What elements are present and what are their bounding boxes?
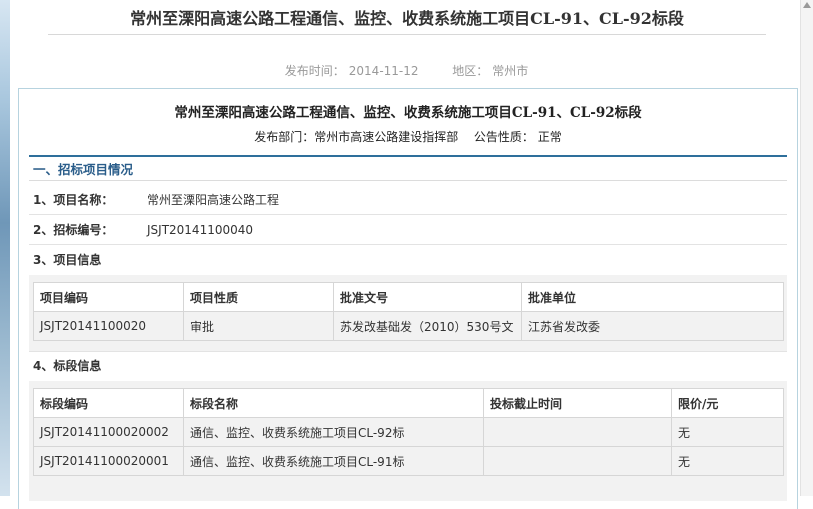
- nature-label: 公告性质：: [473, 130, 534, 144]
- table-header-cell: 标段名称: [183, 388, 484, 418]
- table-cell: JSJT20141100020001: [33, 446, 184, 476]
- title-divider: [48, 34, 766, 35]
- region-label: 地区：: [452, 64, 489, 78]
- project-name-row: 1、项目名称： 常州至溧阳高速公路工程: [29, 186, 787, 215]
- table-cell: JSJT20141100020: [33, 311, 184, 341]
- project-info-table-container: 项目编码 项目性质 批准文号 批准单位 JSJT20141100020 审批 苏…: [29, 275, 787, 352]
- table-header-cell: 批准单位: [521, 282, 784, 312]
- table-header-cell: 标段编码: [33, 388, 184, 418]
- project-info-label: 3、项目信息: [33, 253, 102, 267]
- table-cell: 通信、监控、收费系统施工项目CL-91标: [183, 446, 484, 476]
- publish-date-label: 发布时间：: [284, 64, 345, 78]
- scroll-up-arrow-icon[interactable]: [803, 2, 811, 8]
- section-info-label: 4、标段信息: [33, 359, 102, 373]
- table-header-cell: 项目性质: [183, 282, 334, 312]
- section-info-row: 4、标段信息: [29, 352, 787, 381]
- project-name-value: 常州至溧阳高速公路工程: [147, 193, 280, 207]
- announcement-subinfo: 发布部门：常州市高速公路建设指挥部 公告性质： 正常: [19, 128, 797, 145]
- table-cell: 通信、监控、收费系统施工项目CL-92标: [183, 417, 484, 447]
- section-heading-bid-project: 一、招标项目情况: [29, 155, 787, 181]
- table-cell: [483, 417, 672, 447]
- table-row: JSJT20141100020002 通信、监控、收费系统施工项目CL-92标 …: [33, 417, 784, 447]
- section-info-table: 标段编码 标段名称 投标截止时间 限价/元 JSJT20141100020002…: [33, 388, 784, 476]
- announcement-title: 常州至溧阳高速公路工程通信、监控、收费系统施工项目CL-91、CL-92标段: [174, 105, 642, 121]
- region-value: 常州市: [492, 64, 529, 78]
- announcement-panel: 常州至溧阳高速公路工程通信、监控、收费系统施工项目CL-91、CL-92标段 发…: [18, 88, 798, 509]
- dept-label: 发布部门：: [254, 130, 315, 144]
- dept-value: 常州市高速公路建设指挥部: [314, 130, 459, 144]
- project-info-table: 项目编码 项目性质 批准文号 批准单位 JSJT20141100020 审批 苏…: [33, 282, 784, 341]
- table-cell: 苏发改基础发（2010）530号文: [333, 311, 522, 341]
- table-cell: 无: [671, 417, 784, 447]
- table-cell: 江苏省发改委: [521, 311, 784, 341]
- table-cell: [483, 446, 672, 476]
- project-info-row: 3、项目信息: [29, 246, 787, 275]
- publish-meta: 发布时间： 2014-11-12 地区： 常州市: [0, 62, 813, 79]
- bid-number-value: JSJT20141100040: [147, 223, 254, 237]
- page-title: 常州至溧阳高速公路工程通信、监控、收费系统施工项目CL-91、CL-92标段: [130, 9, 684, 28]
- publish-date: 2014-11-12: [348, 64, 419, 78]
- bid-number-row: 2、招标编号： JSJT20141100040: [29, 216, 787, 245]
- table-header-row: 标段编码 标段名称 投标截止时间 限价/元: [33, 388, 784, 418]
- table-row: JSJT20141100020 审批 苏发改基础发（2010）530号文 江苏省…: [33, 311, 784, 341]
- table-header-cell: 投标截止时间: [483, 388, 672, 418]
- table-header-cell: 限价/元: [671, 388, 784, 418]
- section-info-table-container: 标段编码 标段名称 投标截止时间 限价/元 JSJT20141100020002…: [29, 381, 787, 501]
- table-cell: 无: [671, 446, 784, 476]
- table-cell: JSJT20141100020002: [33, 417, 184, 447]
- table-header-cell: 项目编码: [33, 282, 184, 312]
- table-header-row: 项目编码 项目性质 批准文号 批准单位: [33, 282, 784, 312]
- bid-number-label: 2、招标编号：: [33, 223, 114, 237]
- table-row: JSJT20141100020001 通信、监控、收费系统施工项目CL-91标 …: [33, 446, 784, 476]
- project-name-label: 1、项目名称：: [33, 193, 114, 207]
- nature-value: 正常: [537, 130, 562, 144]
- table-header-cell: 批准文号: [333, 282, 522, 312]
- table-cell: 审批: [183, 311, 334, 341]
